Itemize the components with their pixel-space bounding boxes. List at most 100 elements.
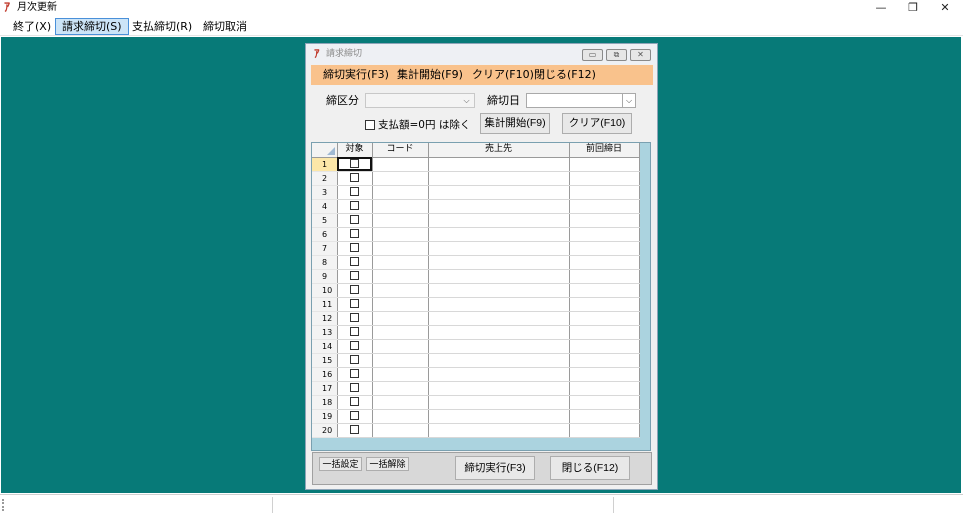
table-row[interactable]: 4 <box>312 199 640 214</box>
code-cell[interactable] <box>372 367 429 382</box>
last-closing-date-cell[interactable] <box>569 381 640 396</box>
row-header[interactable]: 11 <box>312 297 338 312</box>
row-header[interactable]: 9 <box>312 269 338 284</box>
table-row[interactable]: 12 <box>312 311 640 326</box>
last-closing-date-cell[interactable] <box>569 283 640 298</box>
table-row[interactable]: 10 <box>312 283 640 298</box>
table-row[interactable]: 18 <box>312 395 640 410</box>
deselect-all-button[interactable]: 一括解除 <box>366 457 409 471</box>
customer-cell[interactable] <box>428 367 570 382</box>
row-checkbox[interactable] <box>350 298 359 308</box>
row-header[interactable]: 18 <box>312 395 338 410</box>
row-checkbox[interactable] <box>350 396 359 406</box>
row-checkbox[interactable] <box>350 214 359 224</box>
row-header[interactable]: 19 <box>312 409 338 424</box>
row-header[interactable]: 12 <box>312 311 338 326</box>
customer-cell[interactable] <box>428 171 570 186</box>
row-header[interactable]: 6 <box>312 227 338 242</box>
last-closing-date-cell[interactable] <box>569 409 640 424</box>
dialog-menu-aggregate[interactable]: 集計開始(F9) <box>397 68 463 82</box>
dialog-close-button[interactable]: ✕ <box>630 49 651 61</box>
dialog-maximize-button[interactable]: ⧉ <box>606 49 627 61</box>
dialog-menu-close[interactable]: 閉じる(F12) <box>534 68 596 82</box>
last-closing-date-cell[interactable] <box>569 171 640 186</box>
code-cell[interactable] <box>372 339 429 354</box>
code-cell[interactable] <box>372 381 429 396</box>
table-row[interactable]: 8 <box>312 255 640 270</box>
last-closing-date-cell[interactable] <box>569 213 640 228</box>
target-cell[interactable] <box>337 157 373 172</box>
close-dialog-button[interactable]: 閉じる(F12) <box>550 456 630 480</box>
row-header[interactable]: 13 <box>312 325 338 340</box>
row-header[interactable]: 1 <box>312 157 338 172</box>
menu-cancel-closing[interactable]: 締切取消 <box>196 18 254 35</box>
last-closing-date-cell[interactable] <box>569 297 640 312</box>
target-cell[interactable] <box>337 395 373 410</box>
grid-corner[interactable] <box>312 143 338 158</box>
row-header[interactable]: 16 <box>312 367 338 382</box>
closing-category-select[interactable]: ⌵ <box>365 93 475 108</box>
row-checkbox[interactable] <box>350 312 359 322</box>
target-cell[interactable] <box>337 199 373 214</box>
last-closing-date-cell[interactable] <box>569 395 640 410</box>
row-header[interactable]: 20 <box>312 423 338 438</box>
target-cell[interactable] <box>337 269 373 284</box>
customer-grid[interactable]: 対象 コード 売上先 前回締日 1 2 3 4 5 6 7 8 9 10 11 12 13 14 15 16 1… <box>311 142 651 451</box>
restore-button[interactable]: ❐ <box>897 0 929 16</box>
row-checkbox[interactable] <box>350 270 359 280</box>
execute-closing-button[interactable]: 締切実行(F3) <box>455 456 535 480</box>
table-row[interactable]: 9 <box>312 269 640 284</box>
last-closing-date-cell[interactable] <box>569 311 640 326</box>
row-checkbox[interactable] <box>350 424 359 434</box>
close-button[interactable]: ✕ <box>929 0 961 16</box>
customer-cell[interactable] <box>428 241 570 256</box>
row-checkbox[interactable] <box>350 228 359 238</box>
code-cell[interactable] <box>372 269 429 284</box>
row-checkbox[interactable] <box>350 354 359 364</box>
last-closing-date-cell[interactable] <box>569 423 640 438</box>
dialog-menu-clear[interactable]: クリア(F10) <box>472 68 534 82</box>
row-header[interactable]: 8 <box>312 255 338 270</box>
row-header[interactable]: 7 <box>312 241 338 256</box>
table-row[interactable]: 16 <box>312 367 640 382</box>
row-checkbox[interactable] <box>350 340 359 350</box>
menu-billing-closing[interactable]: 請求締切(S) <box>55 18 129 35</box>
last-closing-date-cell[interactable] <box>569 339 640 354</box>
dialog-menu-execute[interactable]: 締切実行(F3) <box>323 68 389 82</box>
last-closing-date-cell[interactable] <box>569 325 640 340</box>
table-row[interactable]: 5 <box>312 213 640 228</box>
code-cell[interactable] <box>372 283 429 298</box>
table-row[interactable]: 3 <box>312 185 640 200</box>
table-row[interactable]: 1 <box>312 157 640 172</box>
row-header[interactable]: 5 <box>312 213 338 228</box>
target-cell[interactable] <box>337 367 373 382</box>
exclude-zero-checkbox[interactable] <box>365 120 375 130</box>
target-cell[interactable] <box>337 171 373 186</box>
customer-cell[interactable] <box>428 185 570 200</box>
table-row[interactable]: 14 <box>312 339 640 354</box>
column-header-code[interactable]: コード <box>372 143 429 158</box>
code-cell[interactable] <box>372 227 429 242</box>
row-checkbox[interactable] <box>350 172 359 182</box>
table-row[interactable]: 17 <box>312 381 640 396</box>
menu-exit[interactable]: 終了(X) <box>6 18 58 35</box>
table-row[interactable]: 15 <box>312 353 640 368</box>
code-cell[interactable] <box>372 241 429 256</box>
row-header[interactable]: 14 <box>312 339 338 354</box>
target-cell[interactable] <box>337 213 373 228</box>
clear-button[interactable]: クリア(F10) <box>562 113 632 134</box>
last-closing-date-cell[interactable] <box>569 353 640 368</box>
table-row[interactable]: 7 <box>312 241 640 256</box>
row-checkbox[interactable] <box>350 382 359 392</box>
target-cell[interactable] <box>337 381 373 396</box>
last-closing-date-cell[interactable] <box>569 367 640 382</box>
row-header[interactable]: 2 <box>312 171 338 186</box>
customer-cell[interactable] <box>428 339 570 354</box>
code-cell[interactable] <box>372 409 429 424</box>
last-closing-date-cell[interactable] <box>569 241 640 256</box>
row-header[interactable]: 10 <box>312 283 338 298</box>
column-header-customer[interactable]: 売上先 <box>428 143 570 158</box>
menu-payment-closing[interactable]: 支払締切(R) <box>125 18 199 35</box>
row-checkbox[interactable] <box>350 186 359 196</box>
column-header-target[interactable]: 対象 <box>337 143 373 158</box>
